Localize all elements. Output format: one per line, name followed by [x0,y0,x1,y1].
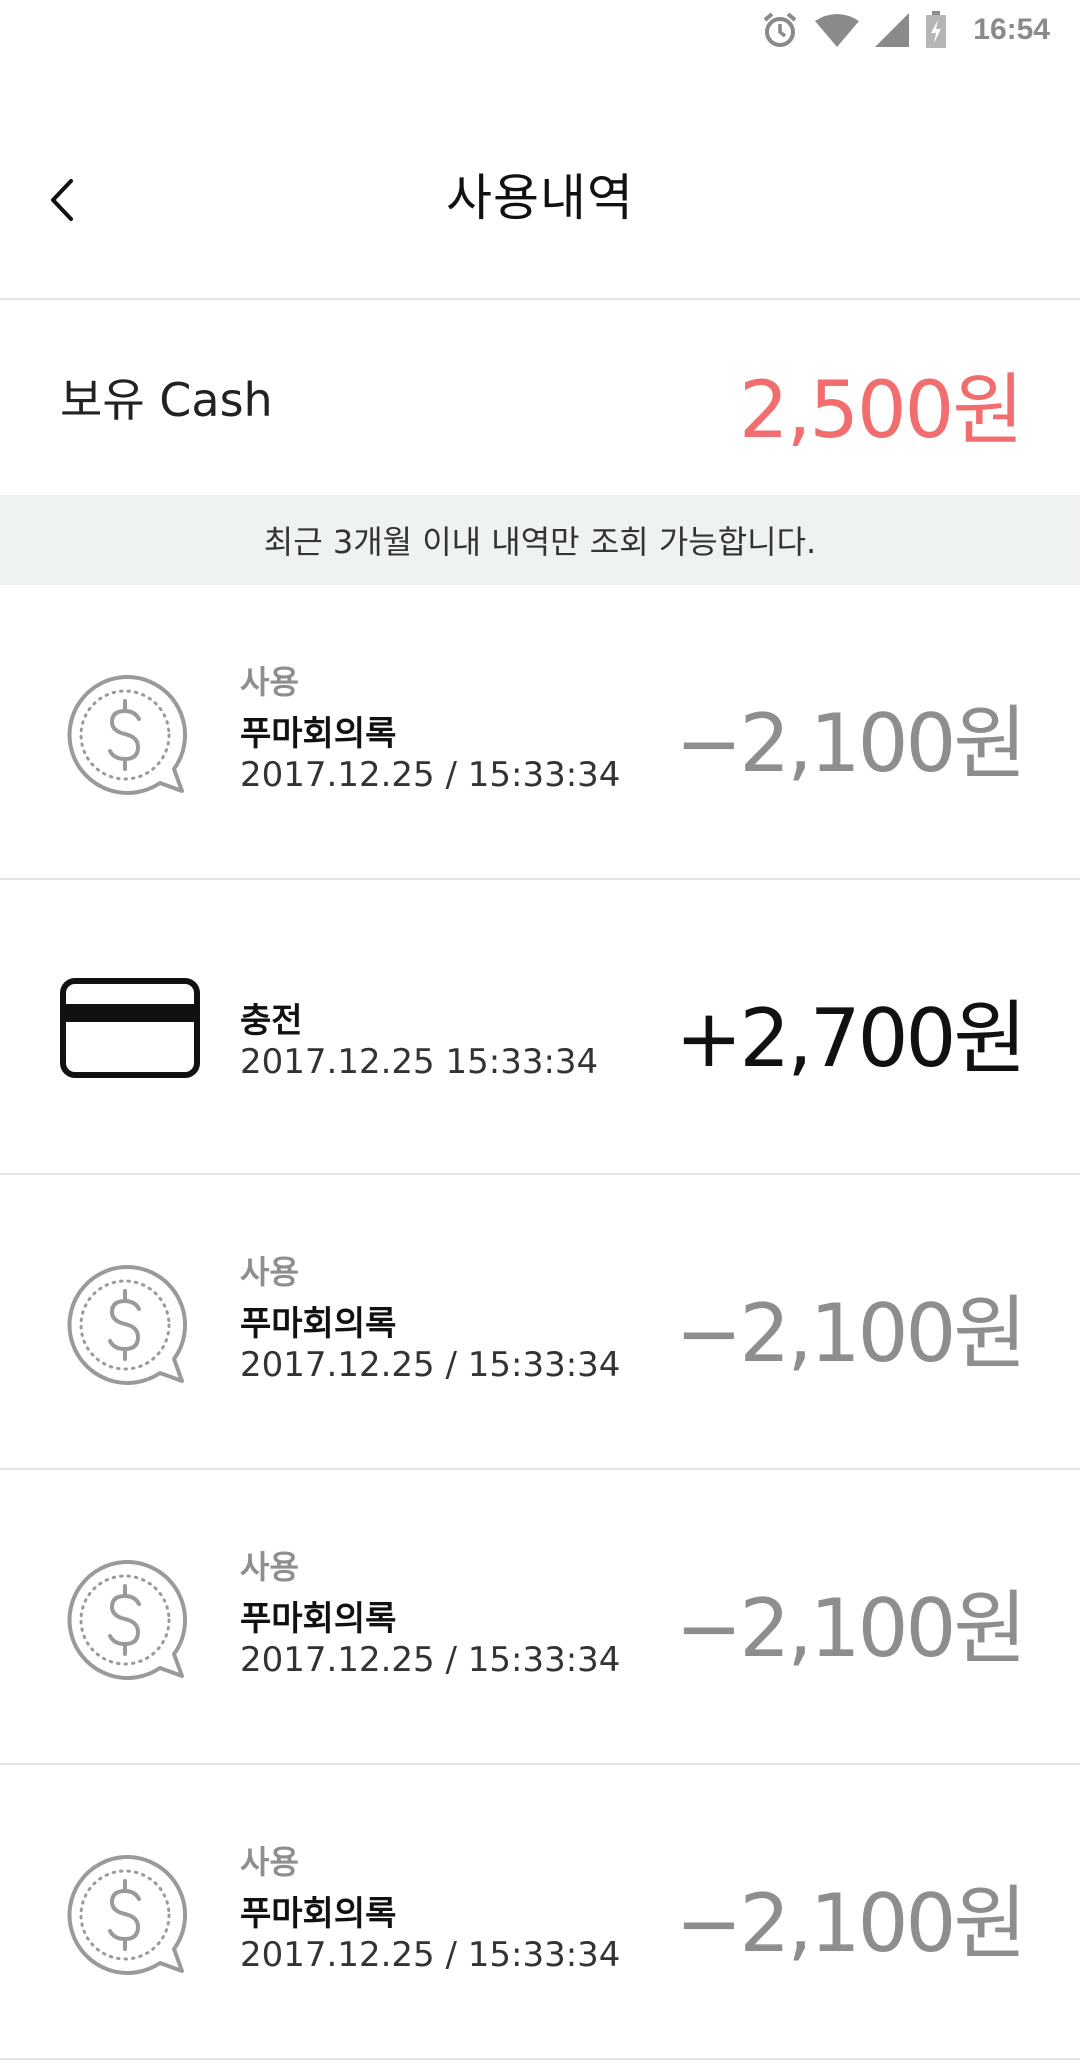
dollar-chat-icon [60,1851,200,1981]
transaction-type: 충전 [240,1001,303,1041]
dollar-chat-icon [60,671,200,801]
transaction-type: 사용 [240,1253,299,1291]
transaction-item[interactable]: 사용 푸마회의록 2017.12.25 / 15:33:34 −2,100원 [0,585,1080,880]
transaction-amount: +2,700원 [675,992,1027,1085]
status-time: 16:54 [973,13,1050,46]
transaction-datetime: 2017.12.25 / 15:33:34 [240,1640,621,1680]
transaction-description: 푸마회의록 [240,1894,397,1934]
transaction-type: 사용 [240,1843,299,1881]
transaction-list: 사용 푸마회의록 2017.12.25 / 15:33:34 −2,100원 충… [0,585,1080,2060]
page-title: 사용내역 [446,169,634,227]
transaction-item[interactable]: 충전 2017.12.25 15:33:34 +2,700원 [0,880,1080,1175]
transaction-type: 사용 [240,663,299,701]
cash-balance: 보유 Cash 2,500원 [0,300,1080,495]
transaction-item[interactable]: 사용 푸마회의록 2017.12.25 / 15:33:34 −2,100원 [0,1470,1080,1765]
status-icons: 16:54 [761,8,1050,52]
transaction-description: 푸마회의록 [240,714,397,754]
transaction-amount: −2,100원 [675,1287,1027,1380]
dollar-chat-icon [60,1556,200,1686]
transaction-datetime: 2017.12.25 / 15:33:34 [240,755,621,795]
status-bar: 16:54 [0,0,1080,60]
transaction-description: 푸마회의록 [240,1599,397,1639]
wifi-icon [815,13,860,47]
transaction-type: 사용 [240,1548,299,1586]
transaction-item[interactable]: 사용 푸마회의록 2017.12.25 / 15:33:34 −2,100원 [0,1765,1080,2060]
history-notice: 최근 3개월 이내 내역만 조회 가능합니다. [0,495,1080,585]
transaction-item[interactable]: 사용 푸마회의록 2017.12.25 / 15:33:34 −2,100원 [0,1175,1080,1470]
signal-icon [875,13,910,47]
transaction-datetime: 2017.12.25 / 15:33:34 [240,1935,621,1975]
balance-label: 보유 Cash [60,373,273,427]
battery-icon [925,11,947,49]
alarm-icon [761,11,799,49]
transaction-description: 푸마회의록 [240,1304,397,1344]
credit-card-icon [60,978,200,1108]
transaction-amount: −2,100원 [675,1877,1027,1970]
transaction-amount: −2,100원 [675,697,1027,790]
balance-amount: 2,500원 [738,366,1024,456]
dollar-chat-icon [60,1261,200,1391]
transaction-datetime: 2017.12.25 / 15:33:34 [240,1345,621,1385]
app-header: 사용내역 [0,100,1080,300]
transaction-datetime: 2017.12.25 15:33:34 [240,1042,599,1082]
transaction-amount: −2,100원 [675,1582,1027,1675]
